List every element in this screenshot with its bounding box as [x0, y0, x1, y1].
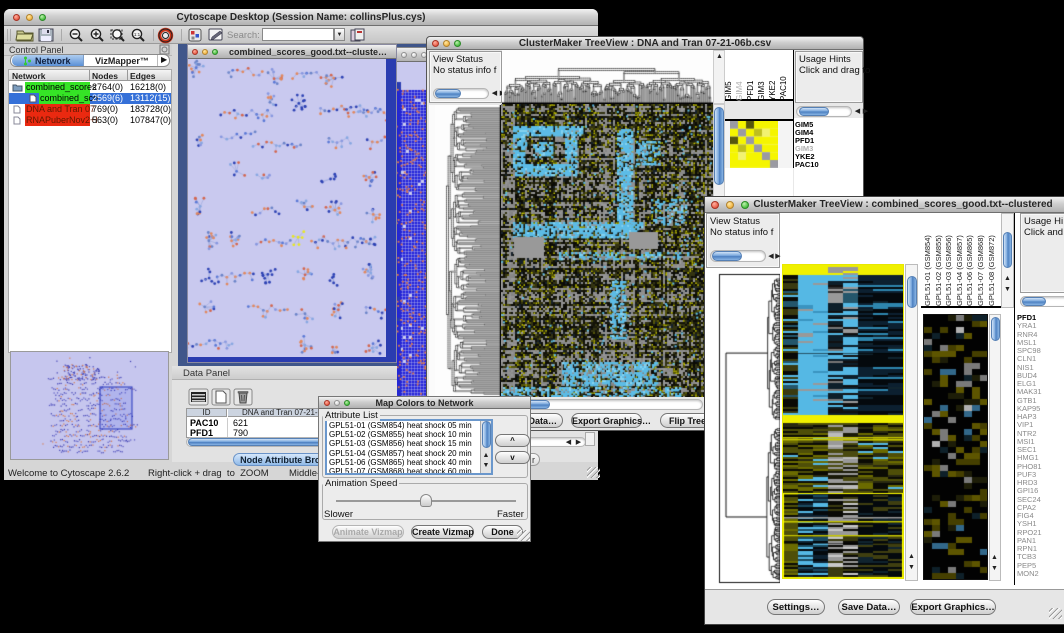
svg-text:1:1: 1:1	[134, 32, 141, 37]
